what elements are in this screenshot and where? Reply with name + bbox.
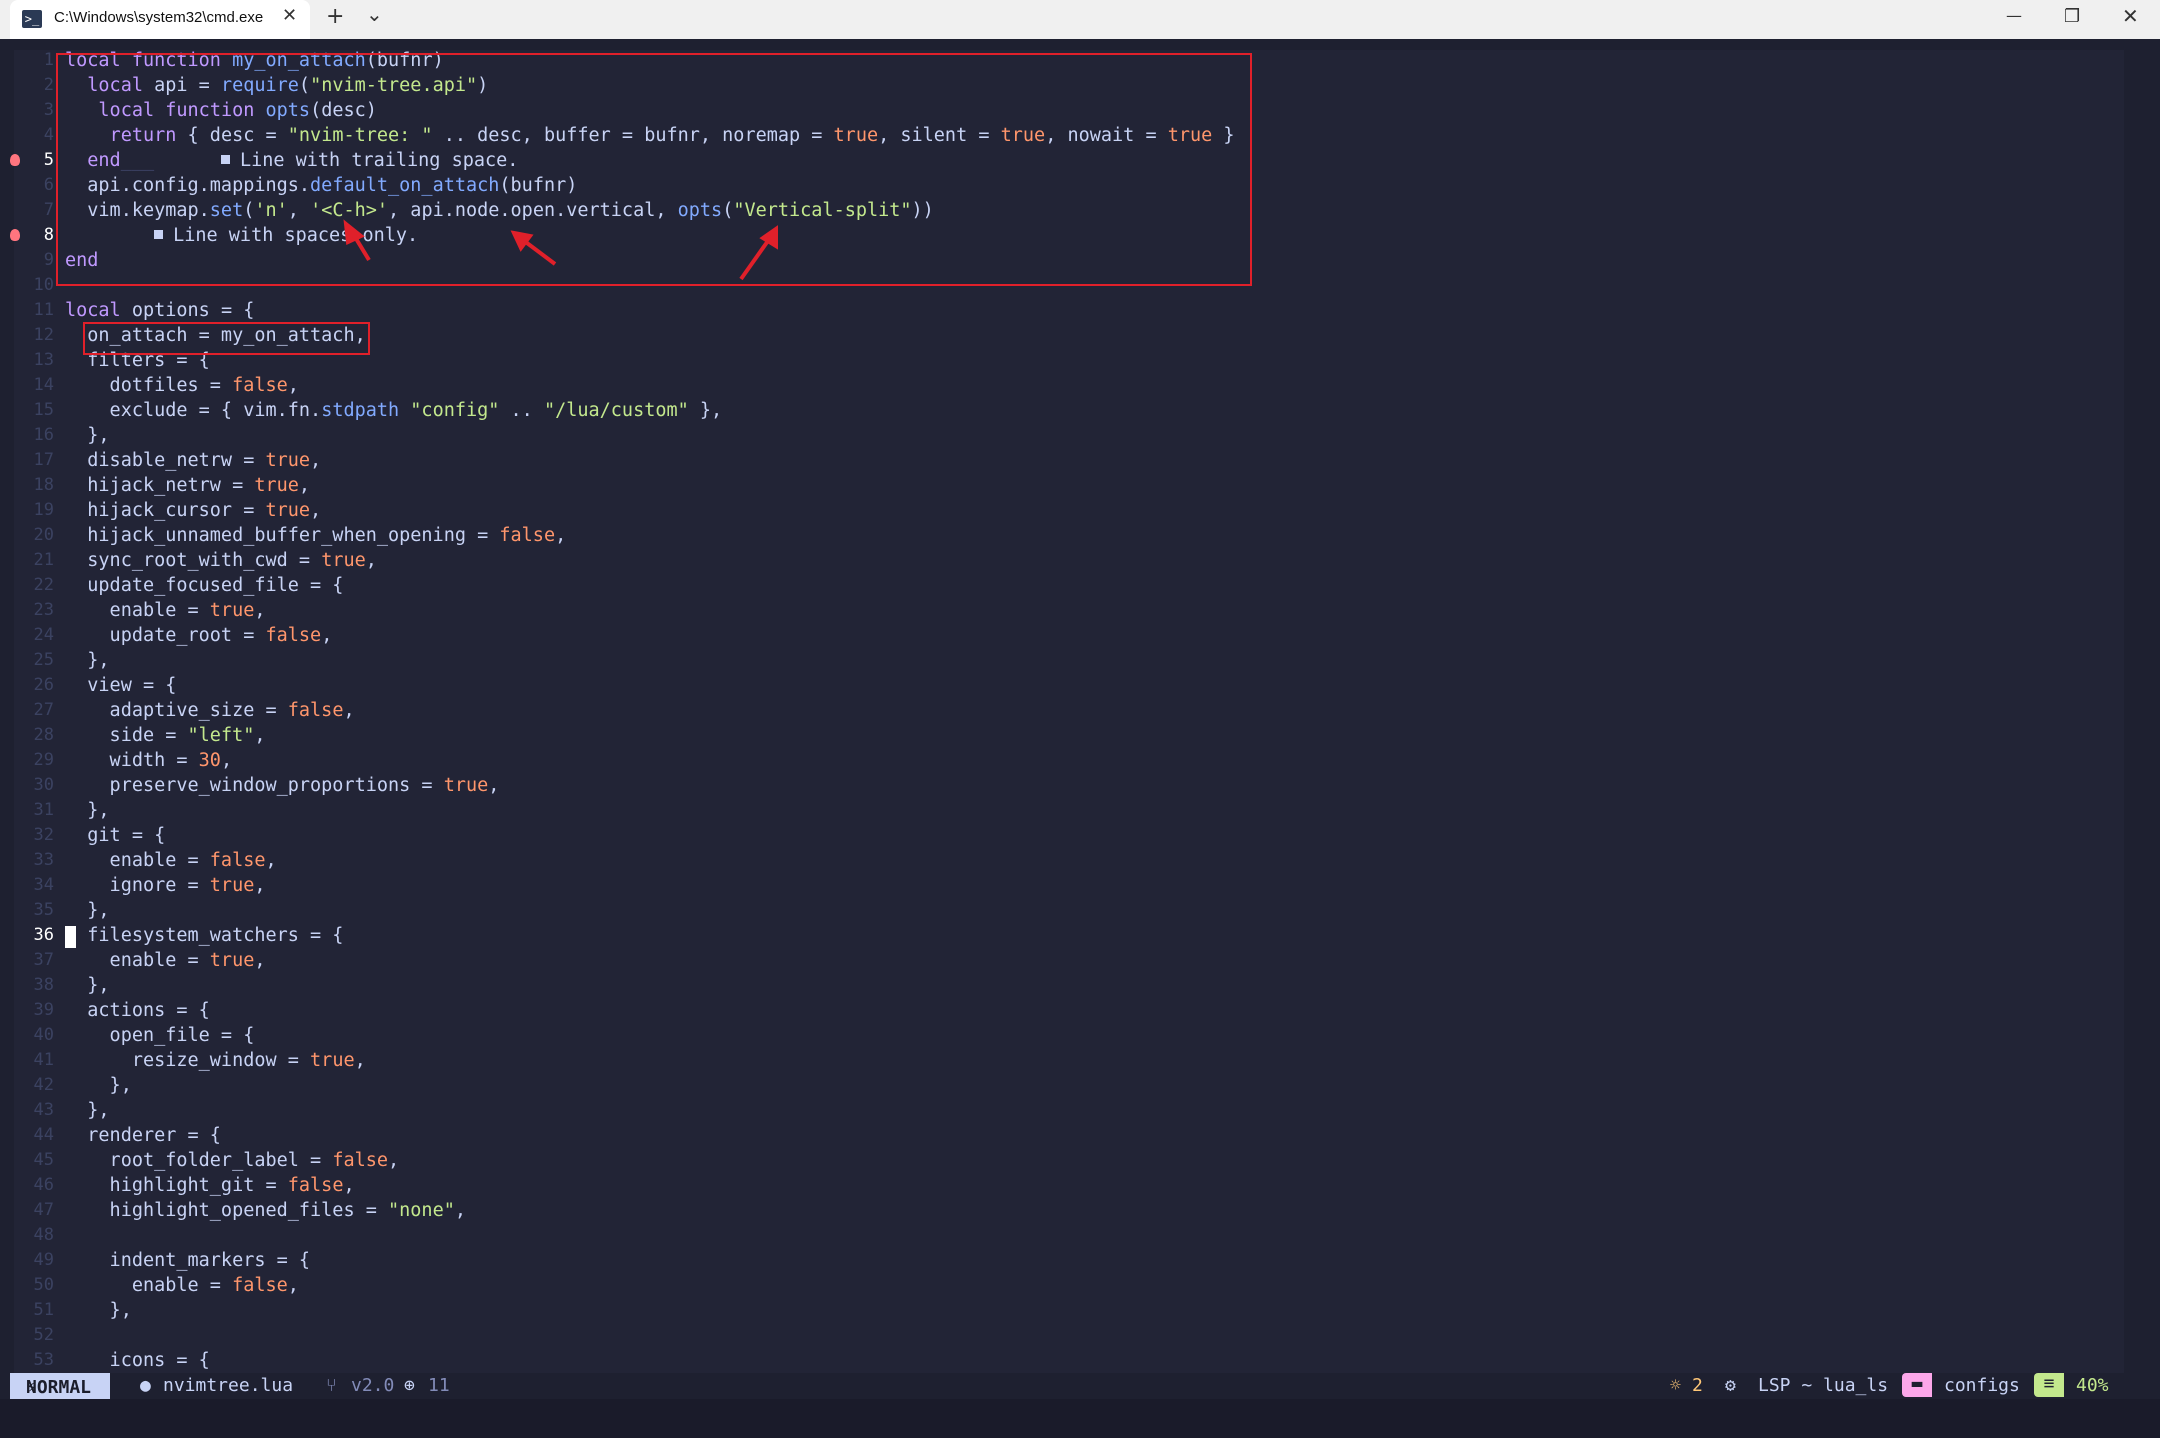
file-lines-icon: ≡ xyxy=(2034,1373,2064,1397)
lsp-status[interactable]: LSP ~ lua_ls xyxy=(1758,1375,1888,1396)
filename[interactable]: nvimtree.lua xyxy=(163,1375,293,1396)
plus-circle-icon: ⊕ xyxy=(404,1375,415,1396)
annotation-arrow xyxy=(739,236,772,281)
mode-indicator: ⚡ NORMAL xyxy=(10,1373,110,1399)
status-line: ⚡ NORMAL ● nvimtree.lua ⑂ v2.0 ⊕ 11 ☼ 2 … xyxy=(0,1373,2160,1399)
changes-count: 11 xyxy=(428,1375,450,1396)
command-line[interactable] xyxy=(0,1399,2160,1438)
folder-icon: ▬ xyxy=(1902,1373,1932,1397)
hints-count: 2 xyxy=(1692,1375,1703,1396)
lightbulb-icon: ☼ xyxy=(1670,1375,1681,1396)
annotation-arrow xyxy=(521,238,557,266)
mode-label: NORMAL xyxy=(26,1377,92,1398)
gears-icon: ⚙ xyxy=(1725,1375,1736,1396)
git-branch-icon: ⑂ xyxy=(326,1375,337,1396)
scroll-progress: 40% xyxy=(2076,1375,2109,1396)
lua-file-icon: ● xyxy=(140,1375,151,1396)
branch-name[interactable]: v2.0 xyxy=(351,1375,394,1396)
annotation-arrows xyxy=(343,219,778,281)
folder-name[interactable]: configs xyxy=(1944,1375,2020,1396)
